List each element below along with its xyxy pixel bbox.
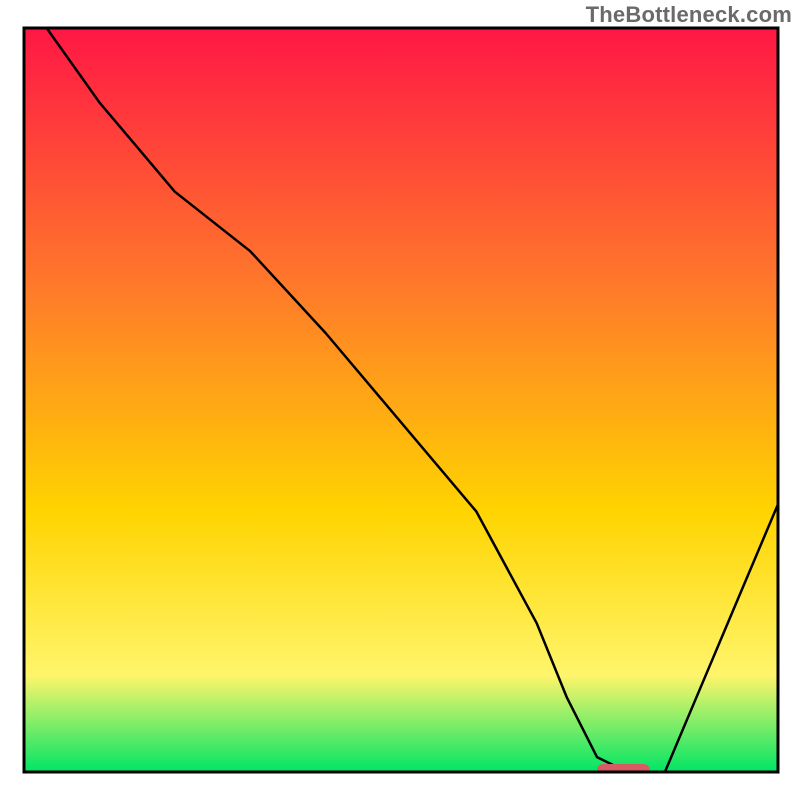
optimum-marker (597, 764, 650, 776)
watermark-text: TheBottleneck.com (586, 2, 792, 28)
chart-container: TheBottleneck.com (0, 0, 800, 800)
plot-background (24, 28, 778, 772)
bottleneck-chart (0, 0, 800, 800)
